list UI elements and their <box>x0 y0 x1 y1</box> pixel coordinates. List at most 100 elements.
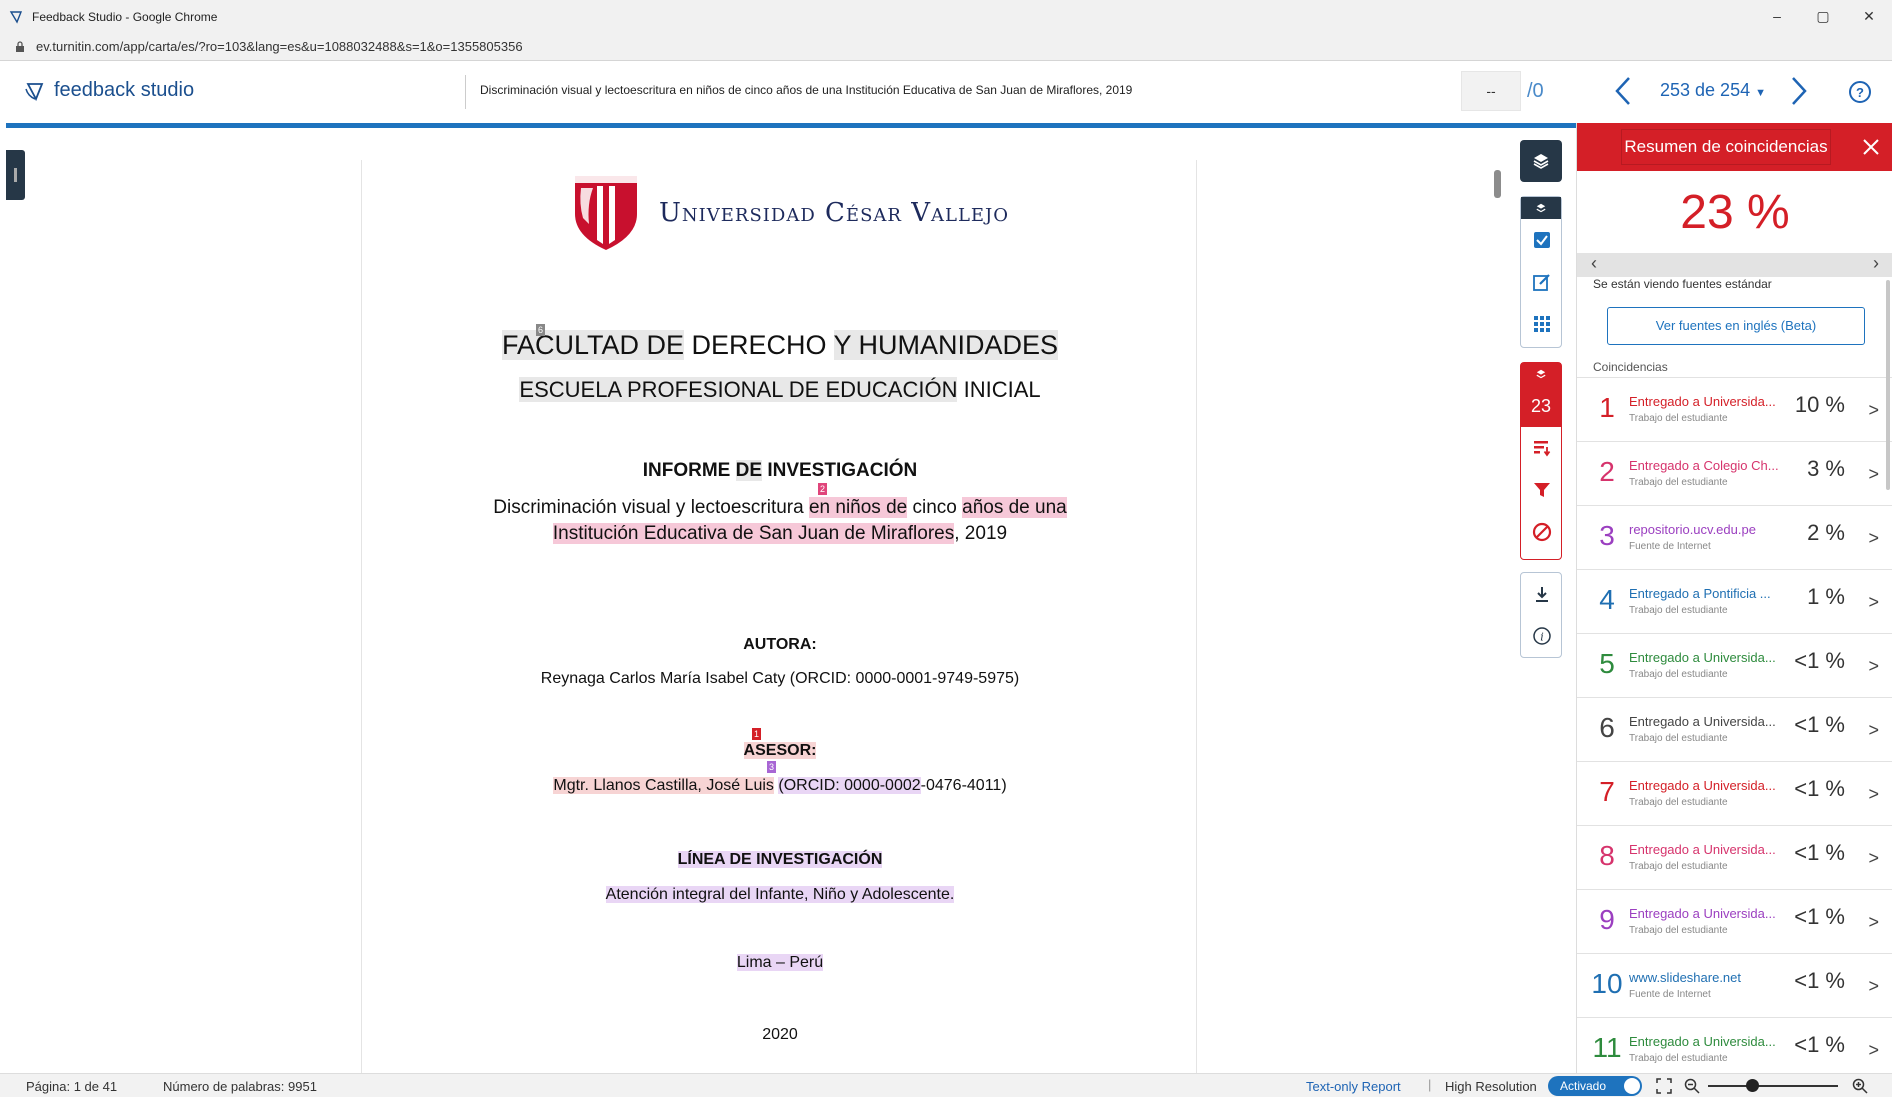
chevron-right-icon[interactable]: > <box>1868 400 1879 421</box>
chevron-left-icon[interactable]: ‹ <box>1591 253 1597 274</box>
minimize-button[interactable]: – <box>1754 0 1800 33</box>
close-icon[interactable] <box>1857 133 1885 161</box>
match-row[interactable]: 10 www.slideshare.net Fuente de Internet <1… <box>1577 954 1892 1018</box>
match-type: Trabajo del estudiante <box>1629 861 1728 872</box>
match-row[interactable]: 7 Entregado a Universida... Trabajo del es… <box>1577 762 1892 826</box>
chevron-right-icon[interactable]: > <box>1868 1040 1879 1061</box>
paper-selector[interactable]: 253 de 254 ▼ <box>1660 80 1766 101</box>
match-row[interactable]: 5 Entregado a Universida... Trabajo del es… <box>1577 634 1892 698</box>
match-row[interactable]: 2 Entregado a Colegio Ch... Trabajo del es… <box>1577 442 1892 506</box>
match-number: 5 <box>1599 648 1615 679</box>
chevron-right-icon[interactable]: > <box>1868 464 1879 485</box>
advisor-part: Mgtr. Llanos Castilla, José Luis <box>553 777 774 794</box>
layers-button[interactable] <box>1520 140 1562 182</box>
research-line-heading: LÍNEA DE INVESTIGACIÓN <box>362 851 1198 869</box>
document-scrollbar[interactable] <box>1494 168 1501 1068</box>
match-marker[interactable]: 1 <box>752 728 762 740</box>
match-percent: 1 % <box>1807 584 1845 609</box>
author-name: Reynaga Carlos María Isabel Caty (ORCID:… <box>540 670 1020 687</box>
grade-total: /0 <box>1527 80 1544 102</box>
app-header: feedback studio Discriminación visual y … <box>0 61 1892 123</box>
chevron-right-icon[interactable]: > <box>1868 976 1879 997</box>
match-overview-panel: Resumen de coincidencias 23 % ‹ › Se est… <box>1576 123 1892 1073</box>
school-part: INICIAL <box>957 377 1041 402</box>
match-marker[interactable]: 2 <box>818 483 828 495</box>
paper-indicator: 253 de 254 <box>1660 80 1751 100</box>
match-source: Entregado a Universida... <box>1629 1034 1776 1049</box>
match-type: Trabajo del estudiante <box>1629 669 1728 680</box>
match-row[interactable]: 4 Entregado a Pontificia ... Trabajo del e… <box>1577 570 1892 634</box>
match-type: Fuente de Internet <box>1629 541 1711 552</box>
fullscreen-icon[interactable] <box>1656 1078 1672 1094</box>
chevron-right-icon[interactable]: > <box>1868 848 1879 869</box>
filter-button[interactable] <box>1521 469 1563 511</box>
scroll-thumb[interactable] <box>1494 170 1501 198</box>
english-sources-button[interactable]: Ver fuentes en inglés (Beta) <box>1607 307 1865 345</box>
zoom-out-icon[interactable] <box>1684 1078 1700 1094</box>
match-source: Entregado a Universida... <box>1629 714 1776 729</box>
match-row[interactable]: 1 Entregado a Universida... Trabajo del es… <box>1577 378 1892 442</box>
match-percent: 2 % <box>1807 520 1845 545</box>
rubric-button[interactable] <box>1521 219 1563 261</box>
grid-button[interactable] <box>1521 303 1563 345</box>
match-row[interactable]: 3 repositorio.ucv.edu.pe Fuente de Interne… <box>1577 506 1892 570</box>
previous-paper-chevron-icon[interactable] <box>1612 75 1634 107</box>
restore-button[interactable]: ▢ <box>1800 0 1846 33</box>
address-bar[interactable]: ev.turnitin.com/app/carta/es/?ro=103&lan… <box>0 33 1892 61</box>
side-drawer-handle[interactable] <box>6 150 25 200</box>
text-only-report-link[interactable]: Text-only Report <box>1306 1079 1401 1094</box>
standard-sources-note: Se están viendo fuentes estándar <box>1593 277 1772 291</box>
author-heading: AUTORA: <box>743 636 817 653</box>
match-row[interactable]: 8 Entregado a Universida... Trabajo del es… <box>1577 826 1892 890</box>
svg-text:i: i <box>1540 631 1544 644</box>
download-icon <box>1536 587 1548 602</box>
grading-layer-tab[interactable] <box>1521 197 1561 219</box>
zoom-slider[interactable] <box>1708 1085 1838 1087</box>
word-count: Número de palabras: 9951 <box>163 1079 317 1094</box>
match-row[interactable]: 9 Entregado a Universida... Trabajo del es… <box>1577 890 1892 954</box>
chevron-right-icon[interactable]: > <box>1868 592 1879 613</box>
title-part: años de una <box>962 497 1067 518</box>
all-sources-button[interactable] <box>1521 427 1563 469</box>
match-percent: 3 % <box>1807 456 1845 481</box>
panel-pager: ‹ › <box>1577 253 1892 277</box>
document-title: Discriminación visual y lectoescritura e… <box>480 83 1133 97</box>
title-part: en niños de <box>808 497 908 518</box>
similarity-layer-tab[interactable] <box>1521 363 1561 385</box>
research-line-value: Atención integral del Infante, Niño y Ad… <box>605 886 955 903</box>
match-row[interactable]: 11 Entregado a Universida... Trabajo del e… <box>1577 1018 1892 1073</box>
match-type: Trabajo del estudiante <box>1629 413 1728 424</box>
next-paper-chevron-icon[interactable] <box>1788 75 1810 107</box>
match-row[interactable]: 6 Entregado a Universida... Trabajo del es… <box>1577 698 1892 762</box>
research-line-heading-text: LÍNEA DE INVESTIGACIÓN <box>677 851 883 868</box>
chevron-right-icon[interactable]: > <box>1868 720 1879 741</box>
feedback-summary-button[interactable] <box>1521 261 1563 303</box>
close-window-button[interactable]: ✕ <box>1846 0 1892 33</box>
high-resolution-toggle[interactable]: Activado <box>1548 1076 1642 1096</box>
match-number: 1 <box>1599 392 1615 423</box>
chevron-right-icon[interactable]: > <box>1868 912 1879 933</box>
info-button[interactable]: i <box>1521 615 1563 657</box>
brand-logo[interactable]: feedback studio <box>24 79 194 102</box>
grading-tool-group <box>1520 196 1562 348</box>
chevron-right-icon[interactable]: > <box>1868 656 1879 677</box>
chevron-right-icon[interactable]: > <box>1868 528 1879 549</box>
panel-scrollbar[interactable] <box>1886 280 1890 490</box>
match-marker[interactable]: 3 <box>767 761 777 773</box>
match-percent: <1 % <box>1794 776 1845 801</box>
match-count-button[interactable]: 23 <box>1521 385 1561 427</box>
match-marker[interactable]: 6 <box>536 324 546 336</box>
help-icon[interactable]: ? <box>1848 80 1872 104</box>
exclude-button[interactable] <box>1521 511 1563 553</box>
zoom-slider-handle[interactable] <box>1746 1079 1759 1092</box>
chevron-right-icon[interactable]: › <box>1873 253 1879 274</box>
faculty-part: FACULTAD DE <box>501 330 684 360</box>
download-button[interactable] <box>1521 573 1563 615</box>
grade-input[interactable]: -- <box>1461 71 1521 111</box>
url-text[interactable]: ev.turnitin.com/app/carta/es/?ro=103&lan… <box>36 39 523 54</box>
match-number: 7 <box>1599 776 1615 807</box>
zoom-in-icon[interactable] <box>1852 1078 1868 1094</box>
match-type: Trabajo del estudiante <box>1629 605 1728 616</box>
advisor-heading: ASESOR: <box>362 742 1198 760</box>
chevron-right-icon[interactable]: > <box>1868 784 1879 805</box>
